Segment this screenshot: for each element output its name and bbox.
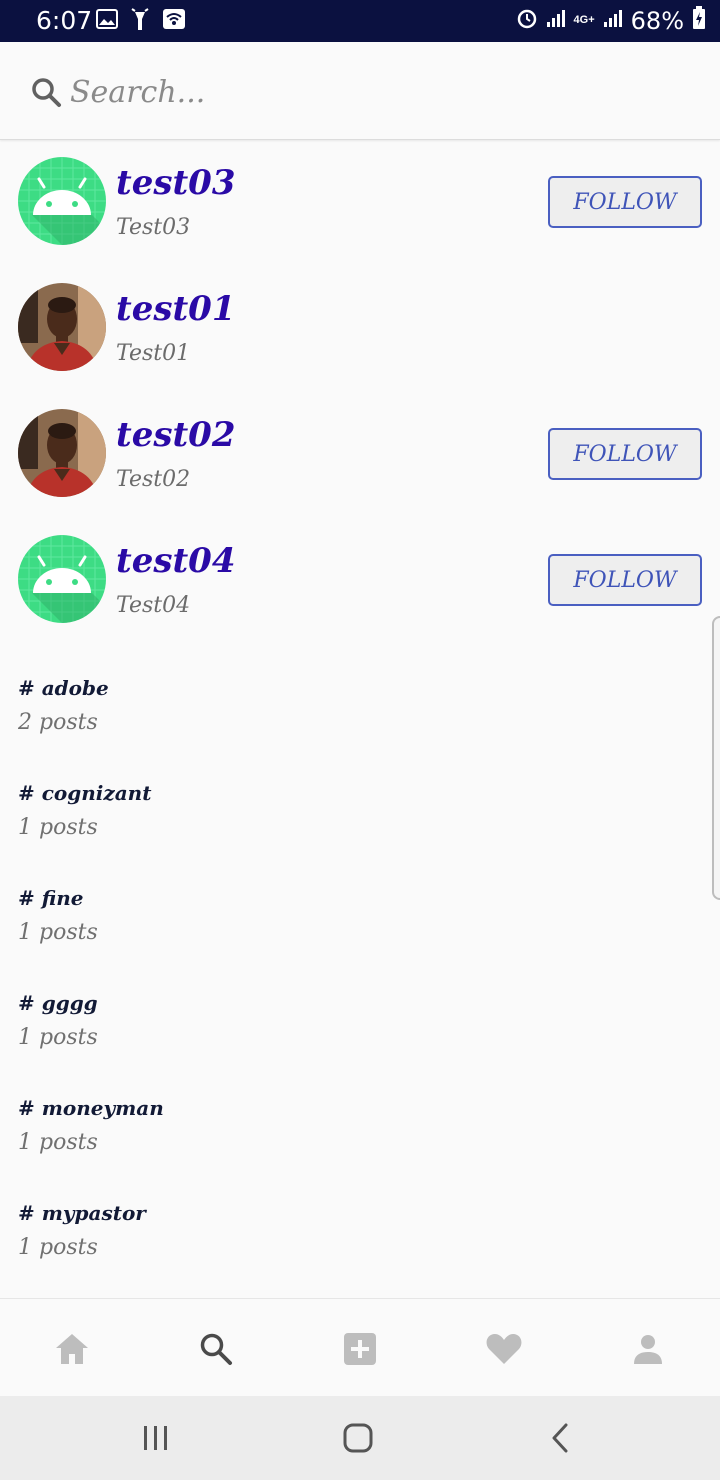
status-time: 6:07: [36, 6, 93, 35]
user-fullname: Test03: [116, 215, 191, 240]
tag-name: # cognizant: [18, 781, 152, 805]
nav-home[interactable]: [52, 1329, 92, 1369]
tag-name: # adobe: [18, 676, 109, 700]
search-icon: [30, 76, 62, 113]
tag-item[interactable]: # adobe 2 posts: [18, 676, 618, 766]
tag-item[interactable]: # fine 1 posts: [18, 886, 618, 976]
signal-icon: [546, 8, 566, 33]
profile-icon: [634, 1335, 662, 1364]
tag-post-count: 1 posts: [18, 1025, 98, 1050]
scrollbar-handle[interactable]: [712, 616, 720, 900]
user-fullname: Test04: [116, 593, 191, 618]
recent-apps-icon: [144, 1426, 167, 1450]
gallery-icon: [96, 8, 118, 35]
add-post-icon: [344, 1333, 376, 1365]
tag-name: # gggg: [18, 991, 98, 1015]
avatar[interactable]: [18, 157, 106, 245]
user-row[interactable]: test04 Test04 FOLLOW: [0, 519, 720, 645]
tag-post-count: 1 posts: [18, 1130, 98, 1155]
search-bar: [0, 42, 720, 140]
avatar[interactable]: [18, 283, 106, 371]
flashlight-icon: [130, 8, 150, 37]
back-button[interactable]: [540, 1420, 580, 1456]
user-row[interactable]: test01 Test01: [0, 267, 720, 393]
follow-button[interactable]: FOLLOW: [548, 428, 702, 480]
tag-item[interactable]: # moneyman 1 posts: [18, 1096, 618, 1186]
follow-button[interactable]: FOLLOW: [548, 554, 702, 606]
recent-apps-button[interactable]: [136, 1420, 176, 1456]
status-bar: 6:07 4G+ 68%: [0, 0, 720, 42]
user-fullname: Test01: [116, 341, 191, 366]
tag-item[interactable]: # gggg 1 posts: [18, 991, 618, 1081]
username[interactable]: test01: [116, 289, 236, 329]
tag-name: # moneyman: [18, 1096, 164, 1120]
tag-item[interactable]: # cognizant 1 posts: [18, 781, 618, 871]
follow-button[interactable]: FOLLOW: [548, 176, 702, 228]
nav-search[interactable]: [196, 1329, 236, 1369]
avatar[interactable]: [18, 409, 106, 497]
tag-item[interactable]: # mypastor 1 posts: [18, 1201, 618, 1291]
system-navigation-bar: [0, 1396, 720, 1480]
user-fullname: Test02: [116, 467, 191, 492]
wifi-icon: [162, 8, 186, 35]
profile-photo: [18, 409, 106, 497]
tag-name: # fine: [18, 886, 84, 910]
username[interactable]: test03: [116, 163, 236, 203]
battery-percent: 68%: [630, 6, 684, 35]
android-logo-icon: [18, 535, 106, 623]
tag-post-count: 1 posts: [18, 815, 98, 840]
nav-activity[interactable]: [484, 1329, 524, 1369]
status-right: 4G+ 68%: [516, 6, 706, 35]
home-button-icon: [343, 1423, 373, 1453]
network-type: 4G+: [573, 14, 595, 26]
nav-profile[interactable]: [628, 1329, 668, 1369]
home-button[interactable]: [338, 1420, 378, 1456]
username[interactable]: test04: [116, 541, 236, 581]
user-row[interactable]: test03 Test03 FOLLOW: [0, 141, 720, 267]
heart-icon: [486, 1334, 522, 1364]
tag-post-count: 2 posts: [18, 710, 98, 735]
tag-name: # mypastor: [18, 1201, 146, 1225]
alarm-icon: [516, 7, 538, 34]
tag-post-count: 1 posts: [18, 1235, 98, 1260]
profile-photo: [18, 283, 106, 371]
signal-icon-2: [603, 8, 623, 33]
search-icon: [200, 1333, 232, 1365]
user-row[interactable]: test02 Test02 FOLLOW: [0, 393, 720, 519]
nav-add-post[interactable]: [340, 1329, 380, 1369]
home-icon: [56, 1334, 88, 1364]
tag-post-count: 1 posts: [18, 920, 98, 945]
battery-icon: [692, 6, 706, 35]
android-logo-icon: [18, 157, 106, 245]
bottom-navigation: [0, 1298, 720, 1396]
back-icon: [552, 1423, 568, 1453]
avatar[interactable]: [18, 535, 106, 623]
username[interactable]: test02: [116, 415, 236, 455]
search-input[interactable]: [70, 70, 670, 114]
